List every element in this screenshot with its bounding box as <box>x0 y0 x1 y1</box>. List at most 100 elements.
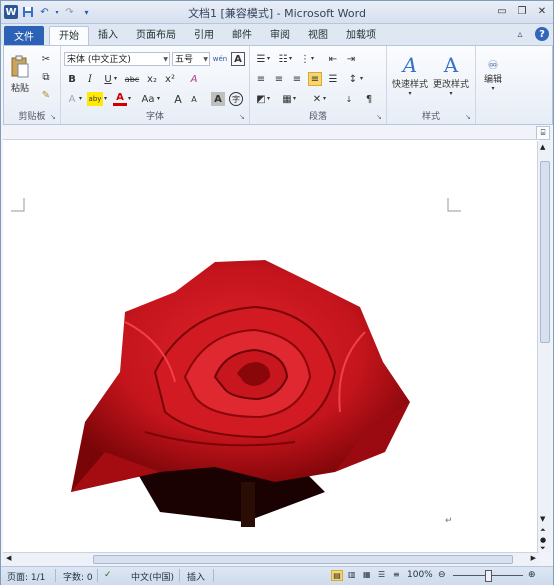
justify-icon[interactable]: ≡ <box>308 72 322 86</box>
multilevel-list-icon[interactable]: ⋮ <box>298 52 312 66</box>
shrink-font-button[interactable]: A <box>187 92 201 106</box>
tab-insert[interactable]: 插入 <box>89 26 127 45</box>
scroll-left-icon[interactable]: ◀ <box>6 554 11 562</box>
change-case-dropdown-icon[interactable]: ▾ <box>157 95 160 102</box>
font-name-combo[interactable]: 宋体 (中文正文) ▼ <box>64 52 170 66</box>
word-count[interactable]: 字数: 0 <box>63 570 93 583</box>
browse-object-icon[interactable]: ● <box>540 536 546 544</box>
tab-references[interactable]: 引用 <box>185 26 223 45</box>
scroll-right-icon[interactable]: ▶ <box>531 554 536 562</box>
character-border-button[interactable]: A <box>231 52 245 66</box>
bullets-dropdown-icon[interactable]: ▾ <box>267 55 270 62</box>
clear-formatting-button[interactable]: A <box>187 72 201 86</box>
insert-mode[interactable]: 插入 <box>187 570 205 583</box>
document-area[interactable]: ↵ <box>3 139 539 552</box>
text-effects-dropdown-icon[interactable]: ▾ <box>79 95 82 102</box>
asian-layout-icon[interactable]: ✕ <box>310 92 324 106</box>
numbering-dropdown-icon[interactable]: ▾ <box>289 55 292 62</box>
borders-icon[interactable]: ▦ <box>280 92 294 106</box>
tab-file[interactable]: 文件 <box>4 26 44 45</box>
highlight-button[interactable]: aby <box>87 92 103 106</box>
grow-font-button[interactable]: A <box>171 92 185 106</box>
horizontal-scroll-thumb[interactable] <box>93 555 513 564</box>
language[interactable]: 中文(中国) <box>131 570 174 583</box>
underline-button[interactable]: U <box>101 72 115 86</box>
horizontal-scrollbar[interactable]: ◀ ▶ <box>3 552 539 566</box>
tab-view[interactable]: 视图 <box>299 26 337 45</box>
styles-launcher-icon[interactable]: ↘ <box>465 113 473 121</box>
restore-icon[interactable]: ❐ <box>515 4 529 18</box>
editing-button[interactable]: ♾ 编辑 ▾ <box>479 50 507 100</box>
font-color-button[interactable]: A <box>113 92 127 106</box>
draft-icon[interactable]: ≡ <box>393 570 400 579</box>
sort-icon[interactable]: ↓ <box>342 92 356 106</box>
text-effects-button[interactable]: A <box>65 92 79 106</box>
view-ruler-icon[interactable]: ⌸ <box>536 126 550 140</box>
next-page-icon[interactable]: ⏷ <box>540 544 546 553</box>
tab-home[interactable]: 开始 <box>49 26 89 46</box>
zoom-out-icon[interactable]: ⊖ <box>438 570 446 580</box>
page-count[interactable]: 页面: 1/1 <box>7 570 45 583</box>
line-spacing-dropdown-icon[interactable]: ▾ <box>360 75 363 82</box>
superscript-button[interactable]: x² <box>163 72 177 86</box>
vertical-scroll-thumb[interactable] <box>540 161 550 343</box>
font-color-dropdown-icon[interactable]: ▾ <box>128 95 131 102</box>
help-icon[interactable]: ? <box>535 27 549 41</box>
paragraph-launcher-icon[interactable]: ↘ <box>376 113 384 121</box>
shading-icon[interactable]: ◩ <box>254 92 268 106</box>
zoom-in-icon[interactable]: ⊕ <box>528 570 536 580</box>
bold-button[interactable]: B <box>65 72 79 86</box>
print-layout-icon[interactable]: ▤ <box>331 570 343 581</box>
asian-layout-dropdown-icon[interactable]: ▾ <box>323 95 326 102</box>
bullets-icon[interactable]: ☰ <box>254 52 268 66</box>
minimize-ribbon-icon[interactable]: ▵ <box>513 27 527 41</box>
font-launcher-icon[interactable]: ↘ <box>239 113 247 121</box>
underline-dropdown-icon[interactable]: ▾ <box>114 75 117 82</box>
numbering-icon[interactable]: ☷ <box>276 52 290 66</box>
cut-icon[interactable]: ✂ <box>39 52 53 66</box>
subscript-button[interactable]: x₂ <box>145 72 159 86</box>
show-marks-icon[interactable]: ¶ <box>362 92 376 106</box>
decrease-indent-icon[interactable]: ⇤ <box>326 52 340 66</box>
rose-image[interactable] <box>65 252 415 527</box>
copy-icon[interactable]: ⧉ <box>39 70 53 84</box>
tab-mailings[interactable]: 邮件 <box>223 26 261 45</box>
zoom-slider-thumb[interactable] <box>485 570 492 582</box>
format-painter-icon[interactable]: ✎ <box>39 88 53 102</box>
italic-button[interactable]: I <box>83 72 97 86</box>
multilevel-dropdown-icon[interactable]: ▾ <box>311 55 314 62</box>
clipboard-launcher-icon[interactable]: ↘ <box>50 113 58 121</box>
distributed-icon[interactable]: ☰ <box>326 72 340 86</box>
align-right-icon[interactable]: ≡ <box>290 72 304 86</box>
line-spacing-icon[interactable]: ↕ <box>346 72 360 86</box>
full-screen-reading-icon[interactable]: ▥ <box>348 570 356 579</box>
scroll-down-icon[interactable]: ▼ <box>540 515 545 523</box>
font-size-combo[interactable]: 五号 ▼ <box>172 52 210 66</box>
strikethrough-button[interactable]: abc <box>123 72 141 86</box>
vertical-scrollbar[interactable]: ▲ ▼ ⏶ ● ⏷ <box>537 141 551 553</box>
tab-page-layout[interactable]: 页面布局 <box>127 26 185 45</box>
proofing-icon[interactable]: ✓ <box>104 570 112 580</box>
increase-indent-icon[interactable]: ⇥ <box>344 52 358 66</box>
shading-dropdown-icon[interactable]: ▾ <box>267 95 270 102</box>
scroll-up-icon[interactable]: ▲ <box>540 143 545 151</box>
zoom-level[interactable]: 100% <box>407 570 433 580</box>
change-styles-button[interactable]: A 更改样式 ▾ <box>432 50 470 100</box>
close-icon[interactable]: ✕ <box>535 4 549 18</box>
align-center-icon[interactable]: ≡ <box>272 72 286 86</box>
outline-icon[interactable]: ☰ <box>378 570 385 579</box>
previous-page-icon[interactable]: ⏶ <box>540 526 546 535</box>
minimize-icon[interactable]: ▭ <box>495 4 509 18</box>
enclose-characters-button[interactable]: 字 <box>229 92 243 106</box>
highlight-dropdown-icon[interactable]: ▾ <box>104 95 107 102</box>
align-left-icon[interactable]: ≡ <box>254 72 268 86</box>
borders-dropdown-icon[interactable]: ▾ <box>293 95 296 102</box>
change-case-button[interactable]: Aa <box>139 92 157 106</box>
character-shading-button[interactable]: A <box>211 92 225 106</box>
web-layout-icon[interactable]: ▦ <box>363 570 371 579</box>
tab-review[interactable]: 审阅 <box>261 26 299 45</box>
tab-addins[interactable]: 加载项 <box>337 26 385 45</box>
quick-styles-button[interactable]: A 快速样式 ▾ <box>391 50 429 100</box>
paste-button[interactable]: 粘贴 <box>8 50 32 98</box>
phonetic-guide-button[interactable]: wén <box>213 52 227 66</box>
